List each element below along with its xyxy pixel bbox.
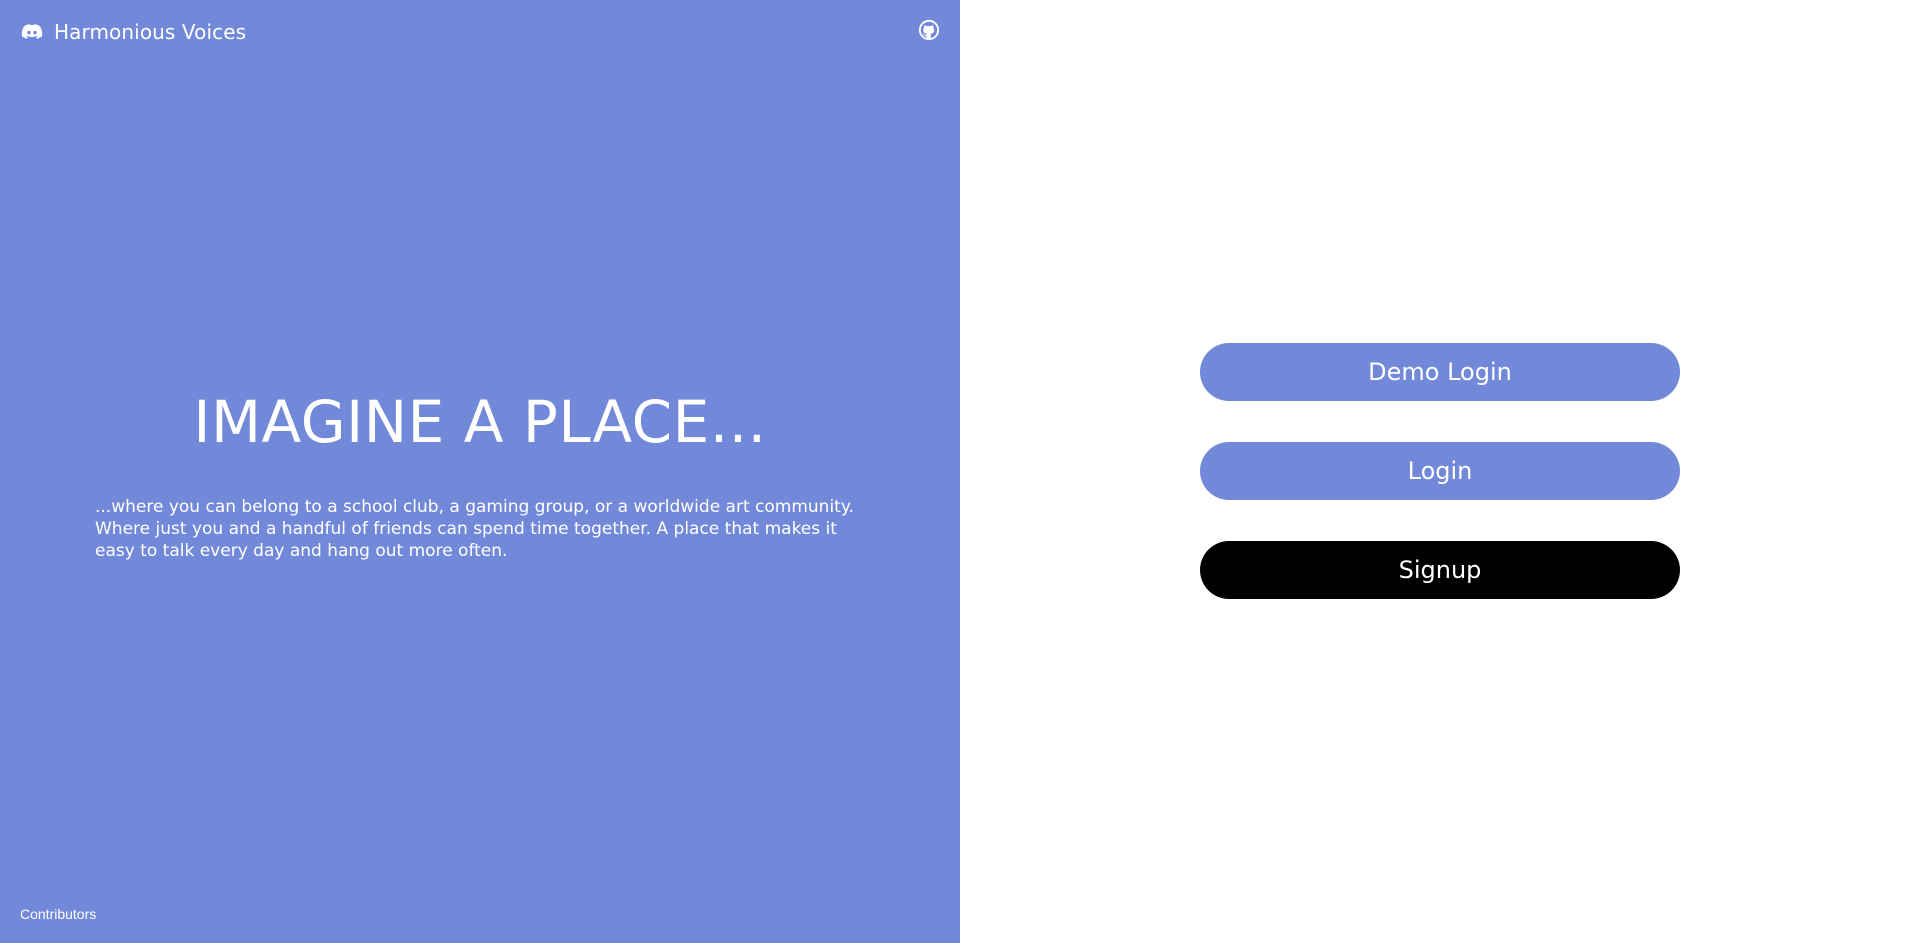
hero-title: IMAGINE A PLACE...: [193, 388, 767, 456]
page: Harmonious Voices IMAGINE A PLACE... ...…: [0, 0, 1920, 943]
github-icon[interactable]: [918, 19, 940, 41]
brand-link[interactable]: Harmonious Voices: [20, 20, 246, 44]
brand-name: Harmonious Voices: [54, 20, 247, 44]
demo-login-button[interactable]: Demo Login: [1200, 343, 1680, 401]
hero-panel: Harmonious Voices IMAGINE A PLACE... ...…: [0, 0, 960, 943]
auth-panel: Demo Login Login Signup: [960, 0, 1920, 943]
discord-logo-icon: [20, 20, 44, 44]
signup-button[interactable]: Signup: [1200, 541, 1680, 599]
contributors-link[interactable]: Contributors: [20, 906, 96, 922]
hero-description: ...where you can belong to a school club…: [95, 497, 854, 561]
login-button[interactable]: Login: [1200, 442, 1680, 500]
